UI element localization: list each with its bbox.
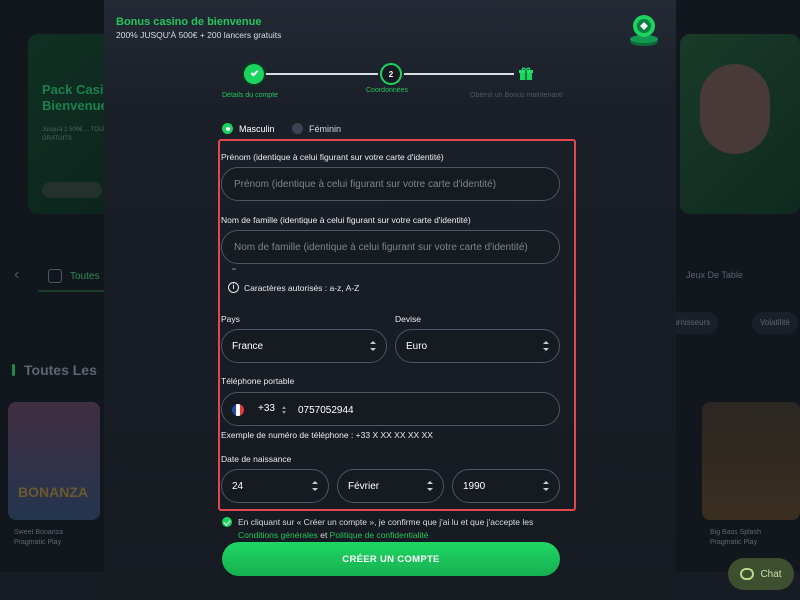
code-select-arrows-icon[interactable] xyxy=(282,406,286,414)
step-1-completed xyxy=(244,64,264,84)
bonus-subtitle: 200% JUSQU'À 500€ + 200 lancers gratuits xyxy=(116,30,282,40)
game-title: Big Bass Splash xyxy=(710,529,761,536)
radio-selected[interactable] xyxy=(222,123,233,134)
step-3-label: Obtenir un Bonus maintenant! xyxy=(470,92,564,99)
game-provider: Pragmatic Play xyxy=(710,539,758,546)
select-arrows-icon xyxy=(427,481,433,491)
country-code[interactable]: +33 xyxy=(258,403,275,414)
mascot-image xyxy=(700,64,770,154)
dob-month-value: Février xyxy=(348,480,380,492)
stepper-line-1 xyxy=(266,73,378,75)
tab-all-games: Toutes xyxy=(38,262,108,292)
gender-male-option[interactable]: Masculin xyxy=(222,123,275,134)
phone-example: Exemple de numéro de téléphone : +33 X X… xyxy=(221,430,433,440)
france-flag-icon xyxy=(232,404,244,416)
phone-number-input[interactable] xyxy=(298,401,498,419)
currency-label: Devise xyxy=(395,314,421,324)
dob-year-select[interactable]: 1990 xyxy=(452,469,560,503)
game-title: Sweet Bonanza xyxy=(14,529,64,536)
gift-icon xyxy=(519,67,533,80)
select-arrows-icon xyxy=(312,481,318,491)
allowed-characters-hint: i Caractères autorisés : a-z, A-Z xyxy=(228,282,359,293)
promo-banner: Pack Casino De Bienvenue Jusqu'à 1 500€ … xyxy=(28,34,116,214)
last-name-label: Nom de famille (identique à celui figura… xyxy=(221,215,471,225)
step-number: 2 xyxy=(388,69,394,79)
game-card-caption-right: Big Bass Splash Pragmatic Play xyxy=(710,528,761,548)
section-heading: Toutes Les xyxy=(24,362,97,378)
consent-text-start: En cliquant sur « Créer un compte », je … xyxy=(238,517,534,527)
country-label: Pays xyxy=(221,314,240,324)
consent-checkbox[interactable] xyxy=(222,517,232,527)
step-1-label: Détails du compte xyxy=(222,92,279,99)
consent-text: En cliquant sur « Créer un compte », je … xyxy=(222,516,562,542)
bonus-title: Bonus casino de bienvenue xyxy=(116,16,262,28)
first-name-label: Prénom (identique à celui figurant sur v… xyxy=(221,152,444,162)
chevron-left-icon: ‹ xyxy=(14,266,20,283)
chat-label: Chat xyxy=(760,568,782,580)
gender-female-label: Féminin xyxy=(309,123,342,134)
create-account-button[interactable]: CRÉER UN COMPTE xyxy=(222,542,560,576)
phone-label: Téléphone portable xyxy=(221,376,295,386)
stepper-line-2 xyxy=(404,73,514,75)
dob-day-value: 24 xyxy=(232,480,244,492)
gender-female-option[interactable]: Féminin xyxy=(292,123,341,134)
last-name-input[interactable] xyxy=(221,230,560,264)
step-3-bonus xyxy=(516,64,536,84)
step-2-label: Coordonnées xyxy=(366,87,409,94)
country-select[interactable]: France xyxy=(221,329,387,363)
country-value: France xyxy=(232,340,264,352)
privacy-link[interactable]: Politique de confidentialité xyxy=(330,530,429,540)
dob-year-value: 1990 xyxy=(463,480,486,492)
promo-banner-right xyxy=(680,34,800,214)
grid-icon xyxy=(48,269,62,283)
chat-bubble-icon xyxy=(740,568,755,580)
consent-text-and: et xyxy=(317,530,330,540)
promo-claim-button xyxy=(42,182,102,198)
tab-all-games-label: Toutes xyxy=(70,271,100,282)
select-arrows-icon xyxy=(543,481,549,491)
tab-table-games: Jeux De Table xyxy=(686,270,743,280)
check-icon xyxy=(250,68,258,77)
game-card-logo: BONANZA xyxy=(18,484,88,500)
allowed-characters-text: Caractères autorisés : a-z, A-Z xyxy=(244,282,360,293)
section-accent-bar xyxy=(12,364,15,376)
game-card-big-bass xyxy=(702,402,800,520)
phone-field[interactable]: +33 xyxy=(221,392,560,426)
radio-unselected[interactable] xyxy=(292,123,303,134)
terms-link[interactable]: Conditions générales xyxy=(238,530,318,540)
game-provider: Pragmatic Play xyxy=(14,539,62,546)
dob-day-select[interactable]: 24 xyxy=(221,469,329,503)
game-card-sweet-bonanza: BONANZA xyxy=(8,402,100,520)
currency-value: Euro xyxy=(406,340,428,352)
terms-consent: En cliquant sur « Créer un compte », je … xyxy=(222,516,562,542)
registration-modal: Bonus casino de bienvenue 200% JUSQU'À 5… xyxy=(104,0,676,600)
info-icon: i xyxy=(228,282,239,293)
dob-month-select[interactable]: Février xyxy=(337,469,444,503)
select-arrows-icon xyxy=(370,341,376,351)
filter-volatility: Volatilité xyxy=(752,312,798,334)
select-arrows-icon xyxy=(543,341,549,351)
dob-label: Date de naissance xyxy=(221,454,292,464)
casino-chip-icon xyxy=(630,15,658,46)
first-name-input[interactable] xyxy=(221,167,560,201)
chat-button[interactable]: Chat xyxy=(728,558,794,590)
gender-male-label: Masculin xyxy=(239,123,275,134)
step-2-current: 2 xyxy=(380,63,402,85)
game-card-caption: Sweet Bonanza Pragmatic Play xyxy=(14,528,63,548)
currency-select[interactable]: Euro xyxy=(395,329,560,363)
hint-pointer xyxy=(232,268,236,270)
